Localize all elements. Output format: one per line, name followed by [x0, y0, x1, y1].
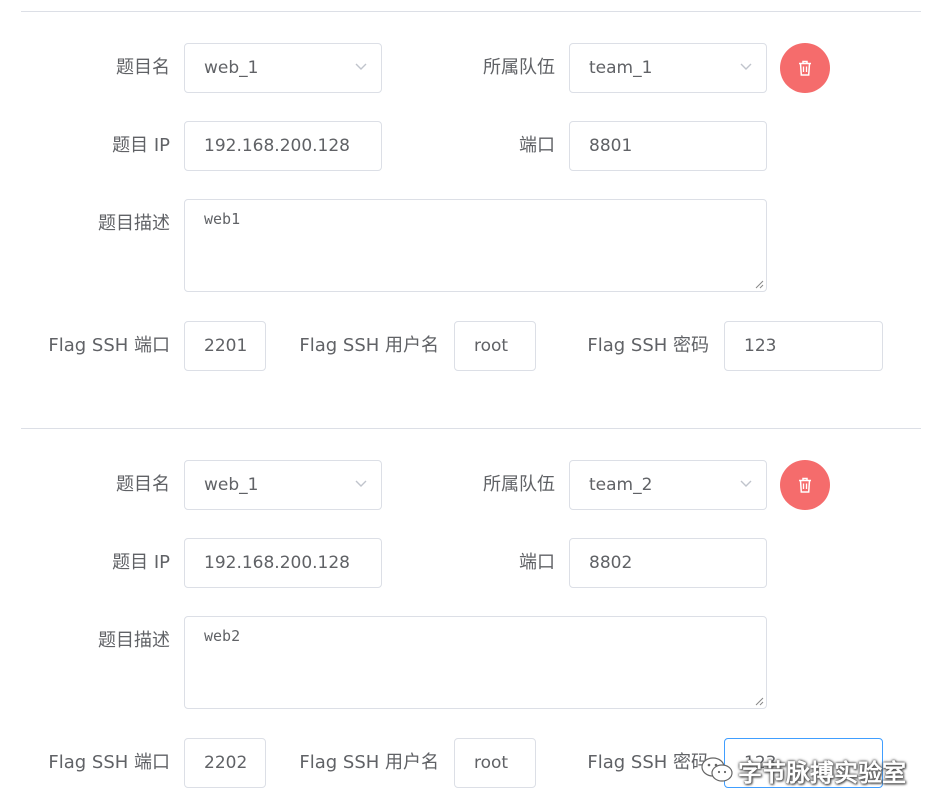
section-divider-top: [21, 11, 921, 12]
trash-icon: [799, 60, 811, 76]
port-input[interactable]: 8801: [569, 121, 767, 171]
ssh-user-input[interactable]: root: [454, 321, 536, 371]
ssh-pass-label: Flag SSH 密码: [587, 752, 709, 773]
trash-icon: [799, 477, 811, 493]
delete-entry-button[interactable]: [780, 43, 830, 93]
desc-textarea[interactable]: web2: [184, 616, 767, 709]
chevron-down-icon: [740, 63, 752, 70]
port-label: 端口: [519, 552, 555, 573]
ssh-user-value: root: [474, 753, 509, 773]
port-input[interactable]: 8802: [569, 538, 767, 588]
ip-value: 192.168.200.128: [204, 136, 351, 156]
resize-grip-icon[interactable]: [754, 696, 764, 706]
ssh-pass-value: 123: [744, 336, 777, 356]
wechat-logo-icon: [701, 757, 733, 782]
chevron-down-icon: [740, 480, 752, 487]
ssh-user-value: root: [474, 336, 509, 356]
title-name-value: web_1: [204, 475, 259, 495]
ip-input[interactable]: 192.168.200.128: [184, 121, 382, 171]
watermark: 字节脉搏实验室: [700, 752, 906, 788]
team-select[interactable]: team_2: [569, 460, 767, 510]
ssh-port-input[interactable]: 2201: [184, 321, 266, 371]
team-value: team_1: [589, 58, 653, 78]
ip-input[interactable]: 192.168.200.128: [184, 538, 382, 588]
title-name-select[interactable]: web_1: [184, 43, 382, 93]
desc-textarea[interactable]: web1: [184, 199, 767, 292]
desc-label: 题目描述: [98, 213, 170, 234]
title-name-label: 题目名: [116, 57, 170, 78]
title-name-value: web_1: [204, 58, 259, 78]
ssh-port-label: Flag SSH 端口: [48, 752, 170, 773]
chevron-down-icon: [355, 480, 367, 487]
ssh-port-value: 2202: [204, 753, 248, 773]
watermark-text: 字节脉搏实验室: [738, 758, 906, 787]
team-select[interactable]: team_1: [569, 43, 767, 93]
ip-label: 题目 IP: [112, 552, 170, 573]
title-name-select[interactable]: web_1: [184, 460, 382, 510]
ssh-port-input[interactable]: 2202: [184, 738, 266, 788]
port-value: 8802: [589, 553, 633, 573]
ssh-user-input[interactable]: root: [454, 738, 536, 788]
resize-grip-icon[interactable]: [754, 279, 764, 289]
ssh-pass-label: Flag SSH 密码: [587, 335, 709, 356]
desc-label: 题目描述: [98, 630, 170, 651]
chevron-down-icon: [355, 63, 367, 70]
section-divider: [21, 428, 921, 429]
ssh-user-label: Flag SSH 用户名: [299, 752, 439, 773]
ssh-port-value: 2201: [204, 336, 248, 356]
ssh-pass-input[interactable]: 123: [724, 321, 883, 371]
delete-entry-button[interactable]: [780, 460, 830, 510]
ip-value: 192.168.200.128: [204, 553, 351, 573]
ip-label: 题目 IP: [112, 135, 170, 156]
desc-value: web1: [204, 210, 241, 228]
ssh-port-label: Flag SSH 端口: [48, 335, 170, 356]
title-name-label: 题目名: [116, 474, 170, 495]
desc-value: web2: [204, 627, 241, 645]
team-label: 所属队伍: [483, 474, 555, 495]
port-value: 8801: [589, 136, 633, 156]
team-label: 所属队伍: [483, 57, 555, 78]
port-label: 端口: [519, 135, 555, 156]
team-value: team_2: [589, 475, 653, 495]
ssh-user-label: Flag SSH 用户名: [299, 335, 439, 356]
